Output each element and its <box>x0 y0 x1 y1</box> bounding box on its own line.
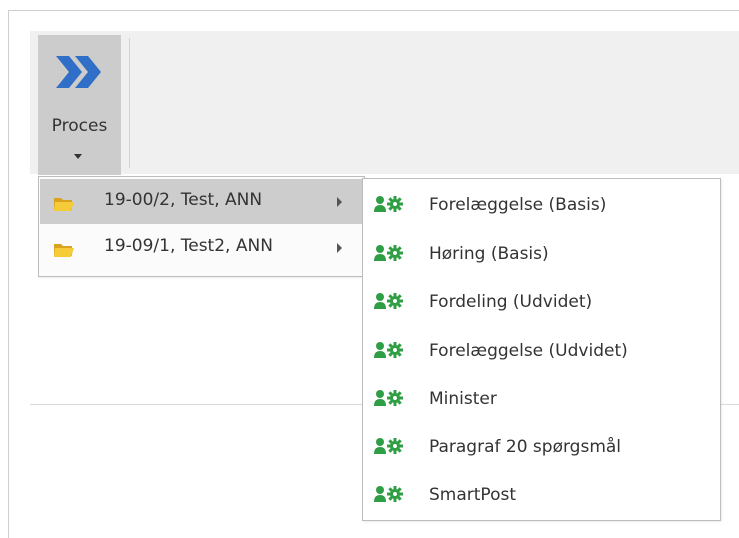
ribbon-separator <box>129 38 130 168</box>
menu-item-case-2[interactable]: 19-09/1, Test2, ANN <box>40 225 363 270</box>
submenu-arrow-icon <box>337 243 342 253</box>
window-left-border <box>8 10 9 538</box>
submenu-item-label: Fordeling (Udvidet) <box>429 292 593 312</box>
caret-down-icon <box>74 154 82 159</box>
menu-item-label: 19-09/1, Test2, ANN <box>104 236 273 256</box>
submenu-item-paragraf-20[interactable]: Paragraf 20 spørgsmål <box>364 423 719 471</box>
menu-item-case-1[interactable]: 19-00/2, Test, ANN <box>40 179 363 224</box>
submenu-item-label: Minister <box>429 389 497 409</box>
submenu-item-label: Paragraf 20 spørgsmål <box>429 437 622 457</box>
user-gear-icon <box>373 243 407 265</box>
submenu-item-label: Høring (Basis) <box>429 244 549 264</box>
submenu-item-label: SmartPost <box>429 485 516 505</box>
menu-item-label: 19-00/2, Test, ANN <box>104 190 263 210</box>
submenu-arrow-icon <box>337 197 342 207</box>
ribbon-bar <box>30 31 739 174</box>
user-gear-icon <box>373 340 407 362</box>
submenu-item-label: Forelæggelse (Udvidet) <box>429 341 628 361</box>
submenu-item-smartpost[interactable]: SmartPost <box>364 471 719 519</box>
process-submenu: Forelæggelse (Basis) Høring (Basis) Ford… <box>362 178 721 521</box>
submenu-item-foraeleggelse-basis[interactable]: Forelæggelse (Basis) <box>364 181 719 229</box>
submenu-item-foraeleggelse-udvidet[interactable]: Forelæggelse (Udvidet) <box>364 327 719 375</box>
case-dropdown-menu: 19-00/2, Test, ANN 19-09/1, Test2, ANN <box>38 176 365 277</box>
proces-button-label: Proces <box>51 116 108 136</box>
submenu-item-minister[interactable]: Minister <box>364 375 719 423</box>
user-gear-icon <box>373 484 407 506</box>
submenu-item-horing-basis[interactable]: Høring (Basis) <box>364 230 719 278</box>
folder-icon <box>52 239 76 259</box>
user-gear-icon <box>373 291 407 313</box>
proces-button[interactable]: Proces <box>38 35 121 175</box>
submenu-item-fordeling-udvidet[interactable]: Fordeling (Udvidet) <box>364 278 719 326</box>
submenu-item-label: Forelæggelse (Basis) <box>429 195 607 215</box>
folder-icon <box>52 193 76 213</box>
window-top-border <box>8 10 739 11</box>
user-gear-icon <box>373 436 407 458</box>
user-gear-icon <box>373 194 407 216</box>
user-gear-icon <box>373 388 407 410</box>
double-chevron-right-icon <box>56 56 101 88</box>
